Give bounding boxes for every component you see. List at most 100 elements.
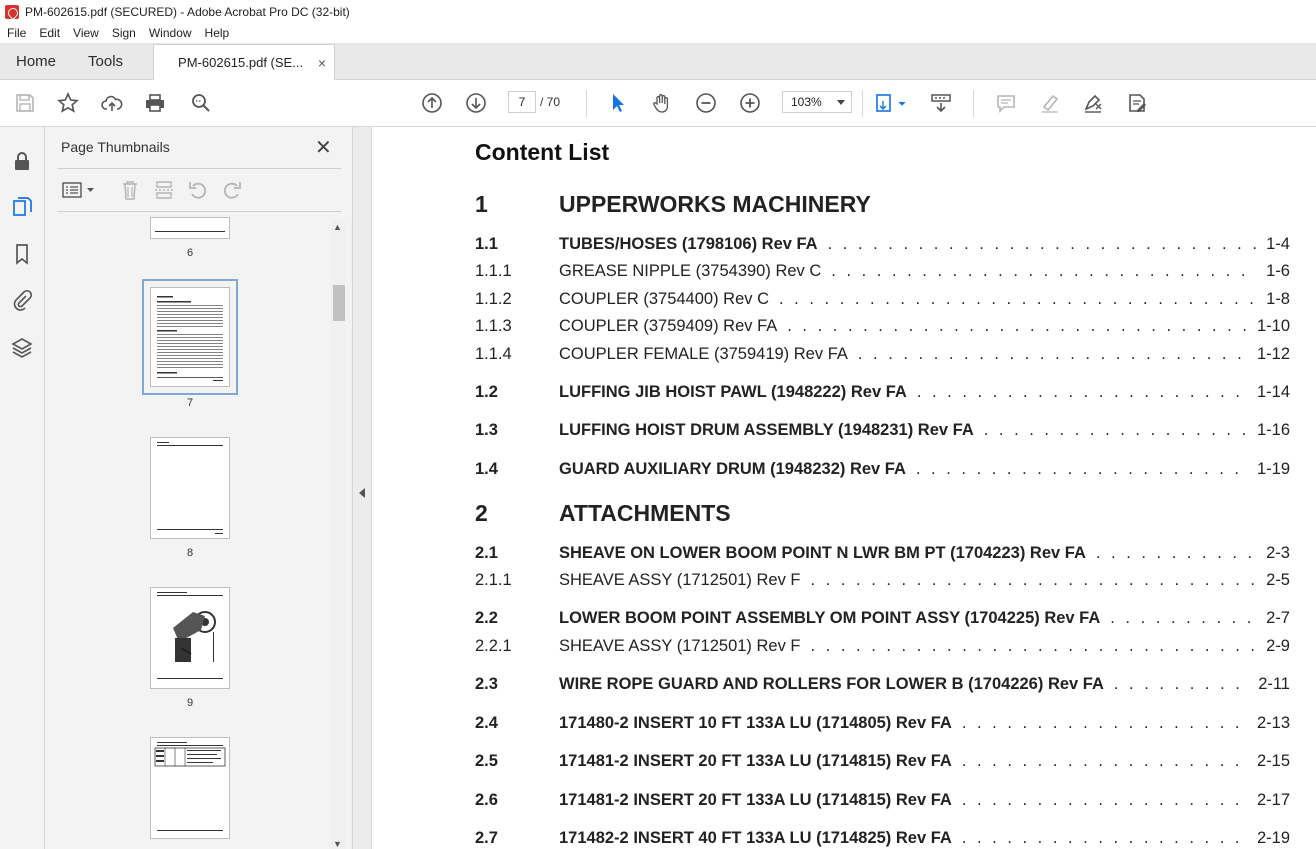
thumbnail-scrollbar[interactable]: ▲ ▼ bbox=[331, 220, 345, 849]
divider bbox=[57, 168, 341, 169]
page-title: Content List bbox=[475, 139, 610, 165]
menu-window[interactable]: Window bbox=[142, 26, 198, 40]
tab-home[interactable]: Home bbox=[0, 43, 72, 79]
acrobat-icon bbox=[5, 4, 19, 19]
title-bar: PM-602615.pdf (SECURED) - Adobe Acrobat … bbox=[0, 0, 1316, 23]
tab-document-label: PM-602615.pdf (SE... bbox=[178, 55, 304, 70]
thumbnail-page-6[interactable] bbox=[150, 217, 230, 239]
find-icon[interactable] bbox=[188, 90, 214, 116]
toc-entry[interactable]: 2.5 171481-2 INSERT 20 FT 133A LU (17148… bbox=[475, 752, 1290, 772]
thumbnail-content-lines bbox=[151, 288, 229, 386]
page-thumbnails-icon[interactable] bbox=[10, 195, 34, 219]
panel-title: Page Thumbnails bbox=[61, 139, 170, 155]
previous-page-icon[interactable] bbox=[419, 90, 445, 116]
toolbar-divider bbox=[862, 90, 863, 117]
thumbnail-page-8[interactable] bbox=[150, 437, 230, 539]
thumbnail-label: 9 bbox=[186, 697, 194, 709]
thumbnail-page-9[interactable] bbox=[150, 587, 230, 689]
collapse-arrow-icon[interactable] bbox=[359, 488, 365, 498]
zoom-in-icon[interactable] bbox=[737, 90, 763, 116]
toc-entry[interactable]: 1.4 GUARD AUXILIARY DRUM (1948232) Rev F… bbox=[475, 460, 1290, 480]
layers-icon[interactable] bbox=[10, 336, 34, 360]
thumbnail-label: 6 bbox=[186, 247, 194, 259]
toc-entry[interactable]: 2.3 WIRE ROPE GUARD AND ROLLERS FOR LOWE… bbox=[475, 675, 1290, 695]
sign-pen-icon[interactable] bbox=[1080, 90, 1106, 116]
zoom-select[interactable]: 103% bbox=[782, 91, 852, 113]
options-menu-icon[interactable] bbox=[61, 180, 97, 200]
document-view: Content List 1 UPPERWORKS MACHINERY 1.1 … bbox=[372, 127, 1316, 849]
select-cursor-icon[interactable] bbox=[605, 90, 631, 116]
toc-entry[interactable]: 2.2 LOWER BOOM POINT ASSEMBLY OM POINT A… bbox=[475, 609, 1290, 629]
zoom-out-icon[interactable] bbox=[693, 90, 719, 116]
toc-entry[interactable]: 1.3 LUFFING HOIST DRUM ASSEMBLY (1948231… bbox=[475, 421, 1290, 441]
star-icon[interactable] bbox=[55, 90, 81, 116]
close-icon[interactable]: ✕ bbox=[315, 135, 332, 160]
rotate-left-icon[interactable] bbox=[187, 179, 209, 201]
scrollbar-thumb[interactable] bbox=[333, 285, 345, 321]
tab-close-icon[interactable]: × bbox=[318, 55, 326, 71]
toc-entry[interactable]: 1.1.1 GREASE NIPPLE (3754390) Rev C 1-6 bbox=[475, 262, 1290, 282]
section-title: UPPERWORKS MACHINERY bbox=[559, 191, 871, 217]
comment-icon[interactable] bbox=[993, 90, 1019, 116]
toc-entry[interactable]: 2.1.1 SHEAVE ASSY (1712501) Rev F 2-5 bbox=[475, 571, 1290, 591]
toc-entry[interactable]: 1.1.2 COUPLER (3754400) Rev C 1-8 bbox=[475, 290, 1290, 310]
toc-entry[interactable]: 2.7 171482-2 INSERT 40 FT 133A LU (17148… bbox=[475, 829, 1290, 849]
toc-entry[interactable]: 1.2 LUFFING JIB HOIST PAWL (1948222) Rev… bbox=[475, 383, 1290, 403]
page-number-input[interactable]: 7 bbox=[508, 91, 536, 113]
panel-collapse-bar[interactable] bbox=[353, 127, 372, 849]
toc-entry[interactable]: 2.2.1 SHEAVE ASSY (1712501) Rev F 2-9 bbox=[475, 637, 1290, 657]
thumbnail-table bbox=[154, 742, 226, 831]
tab-bar: Home Tools PM-602615.pdf (SE... × bbox=[0, 43, 1316, 80]
section-number: 1 bbox=[475, 191, 488, 217]
save-icon[interactable] bbox=[12, 90, 38, 116]
thumbnail-label: 7 bbox=[186, 397, 194, 409]
toc-entry[interactable]: 2.6 171481-2 INSERT 20 FT 133A LU (17148… bbox=[475, 791, 1290, 811]
toc-entry[interactable]: 2.1 SHEAVE ON LOWER BOOM POINT N LWR BM … bbox=[475, 544, 1290, 564]
extract-pages-icon[interactable] bbox=[153, 179, 175, 201]
scroll-down-icon[interactable]: ▼ bbox=[333, 839, 342, 849]
page-total: / 70 bbox=[540, 95, 561, 109]
tab-document[interactable]: PM-602615.pdf (SE... × bbox=[153, 44, 336, 80]
menu-view[interactable]: View bbox=[66, 26, 105, 40]
toc-entry[interactable]: 1.1 TUBES/HOSES (1798106) Rev FA 1-4 bbox=[475, 235, 1290, 255]
hand-tool-icon[interactable] bbox=[649, 90, 675, 116]
thumbnail-list: 6 7 8 9 bbox=[45, 217, 335, 849]
lock-icon[interactable] bbox=[10, 149, 34, 173]
cloud-upload-icon[interactable] bbox=[99, 90, 125, 116]
toolbar-divider bbox=[586, 90, 587, 117]
scroll-up-icon[interactable]: ▲ bbox=[333, 222, 342, 232]
next-page-icon[interactable] bbox=[463, 90, 489, 116]
window-title: PM-602615.pdf (SECURED) - Adobe Acrobat … bbox=[25, 4, 350, 19]
menu-edit[interactable]: Edit bbox=[32, 26, 66, 40]
menu-sign[interactable]: Sign bbox=[105, 26, 142, 40]
fit-page-icon[interactable] bbox=[872, 90, 910, 116]
left-rail bbox=[0, 127, 45, 849]
zoom-value: 103% bbox=[791, 95, 822, 109]
trash-icon[interactable] bbox=[119, 179, 141, 201]
toc-entry[interactable]: 1.1.3 COUPLER (3759409) Rev FA 1-10 bbox=[475, 317, 1290, 337]
thumbnail-label: 8 bbox=[186, 547, 194, 559]
menu-file[interactable]: File bbox=[0, 26, 32, 40]
redact-icon[interactable] bbox=[1124, 90, 1150, 116]
toc-entry[interactable]: 2.4 171480-2 INSERT 10 FT 133A LU (17148… bbox=[475, 714, 1290, 734]
thumbnail-drawing bbox=[157, 592, 223, 679]
thumbnail-page-10[interactable] bbox=[150, 737, 230, 839]
rotate-right-icon[interactable] bbox=[221, 179, 243, 201]
scroll-mode-icon[interactable] bbox=[928, 90, 954, 116]
toolbar: 7 / 70 103% bbox=[0, 80, 1316, 127]
thumbnail-toolbar bbox=[59, 177, 339, 203]
bookmark-icon[interactable] bbox=[10, 242, 34, 266]
section-title: ATTACHMENTS bbox=[559, 500, 731, 526]
toolbar-divider bbox=[973, 90, 974, 117]
tab-tools[interactable]: Tools bbox=[72, 43, 139, 79]
attachment-icon[interactable] bbox=[10, 288, 34, 312]
menu-help[interactable]: Help bbox=[198, 26, 236, 40]
thumbnail-page-7[interactable] bbox=[142, 279, 238, 395]
toc-entry[interactable]: 1.1.4 COUPLER FEMALE (3759419) Rev FA 1-… bbox=[475, 345, 1290, 365]
section-number: 2 bbox=[475, 500, 488, 526]
print-icon[interactable] bbox=[142, 90, 168, 116]
thumbnails-panel: Page Thumbnails ✕ 6 7 8 9 ▲ ▼ bbox=[45, 127, 353, 849]
highlight-icon[interactable] bbox=[1037, 90, 1063, 116]
chevron-down-icon bbox=[837, 100, 845, 105]
menu-bar: File Edit View Sign Window Help bbox=[0, 23, 1316, 43]
